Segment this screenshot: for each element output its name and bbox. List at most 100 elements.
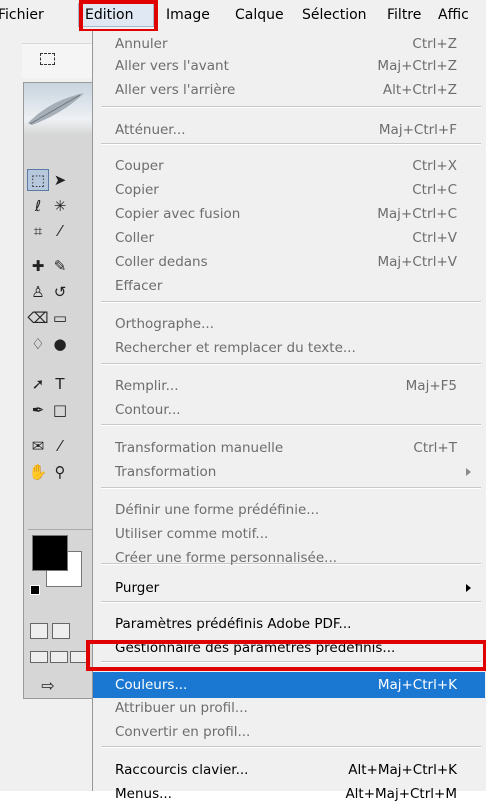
- menu-item-créer-une-forme-personnalisée[interactable]: Créer une forme personnalisée...: [93, 546, 485, 570]
- menu-item-annuler[interactable]: Annuler Ctrl+Z: [93, 32, 485, 56]
- feather-logo-icon: [28, 93, 84, 125]
- edition-dropdown-menu: Annuler Ctrl+Z Aller vers l'avant Maj+Ctrl+…: [92, 31, 486, 802]
- menu-separator: [101, 106, 481, 108]
- jump-to-imageready-icon[interactable]: ⇨: [28, 675, 68, 697]
- menu-item-label: Aller vers l'avant: [115, 58, 229, 74]
- standard-mode-icon[interactable]: [30, 623, 48, 639]
- menu-item-effacer[interactable]: Effacer: [93, 274, 485, 298]
- eyedropper-icon[interactable]: ⁄: [49, 435, 71, 457]
- blur-icon[interactable]: ♢: [27, 333, 49, 355]
- menu-item-remplir[interactable]: Remplir... Maj+F5: [93, 374, 485, 398]
- menu-item-shortcut: Maj+Ctrl+K: [377, 677, 457, 693]
- menu-item-convertir-en-profil[interactable]: Convertir en profil...: [93, 720, 485, 744]
- move-icon[interactable]: ➤: [49, 169, 71, 191]
- menu-bar: Fichier Edition Image Calque Sélection F…: [0, 0, 486, 31]
- menu-item-shortcut: Maj+Ctrl+F: [378, 122, 457, 138]
- zoom-icon[interactable]: ⚲: [49, 461, 71, 483]
- menu-item-purger[interactable]: Purger: [93, 576, 485, 600]
- left-tool-area: ⬚ ➤ ℓ ✳ ⌗ ⁄ ✚ ✎ ♙ ↺ ⌫ ▭ ♢ ● ➚ T ✒ □ ✉ ⁄ ✋ ⚲ ⇨: [0, 31, 96, 791]
- menu-item-label: Gestionnaire des paramètres prédéfinis..…: [115, 640, 396, 656]
- menu-item-label: Contour...: [115, 402, 181, 418]
- menu-item-copier-avec-fusion[interactable]: Copier avec fusion Maj+Ctrl+C: [93, 202, 485, 226]
- screen-mode-1-icon[interactable]: [30, 651, 48, 663]
- dodge-icon[interactable]: ●: [49, 333, 71, 355]
- notes-icon[interactable]: ✉: [27, 435, 49, 457]
- lasso-icon[interactable]: ℓ: [27, 195, 49, 217]
- menu-item-label: Définir une forme prédéfinie...: [115, 502, 320, 518]
- menu-item-paramètres-prédéfinis-adobe-pdf[interactable]: Paramètres prédéfinis Adobe PDF...: [93, 612, 485, 636]
- menu-separator: [101, 143, 481, 145]
- rect-marquee-icon[interactable]: ⬚: [27, 169, 49, 191]
- menu-item-définir-une-forme-prédéfinie[interactable]: Définir une forme prédéfinie...: [93, 498, 485, 522]
- menu-filtre[interactable]: Filtre: [387, 3, 421, 27]
- menu-item-coller[interactable]: Coller Ctrl+V: [93, 226, 485, 250]
- slice-icon[interactable]: ⁄: [49, 220, 71, 242]
- menu-item-utiliser-comme-motif[interactable]: Utiliser comme motif...: [93, 522, 485, 546]
- submenu-arrow-icon: [466, 468, 471, 476]
- screen-mode-3-icon[interactable]: [70, 651, 88, 663]
- menu-item-aller-vers-l-arrière[interactable]: Aller vers l'arrière Alt+Ctrl+Z: [93, 78, 485, 102]
- brush-icon[interactable]: ✎: [49, 255, 71, 277]
- menu-item-couleurs[interactable]: Couleurs... Maj+Ctrl+K: [93, 672, 485, 698]
- toolbox: ⬚ ➤ ℓ ✳ ⌗ ⁄ ✚ ✎ ♙ ↺ ⌫ ▭ ♢ ● ➚ T ✒ □ ✉ ⁄ ✋ ⚲ ⇨: [23, 82, 96, 699]
- menu-item-label: Utiliser comme motif...: [115, 526, 269, 542]
- menu-item-label: Annuler: [115, 36, 168, 52]
- menu-item-gestionnaire-des-paramètres-prédéfinis[interactable]: Gestionnaire des paramètres prédéfinis..…: [93, 636, 485, 660]
- clone-stamp-icon[interactable]: ♙: [27, 281, 49, 303]
- menu-item-attribuer-un-profil[interactable]: Attribuer un profil...: [93, 696, 485, 720]
- menu-item-copier[interactable]: Copier Ctrl+C: [93, 178, 485, 202]
- menu-item-label: Attribuer un profil...: [115, 700, 248, 716]
- menu-item-label: Transformation: [115, 464, 217, 480]
- menu-item-label: Raccourcis clavier...: [115, 762, 249, 778]
- menu-separator: [101, 661, 481, 663]
- menu-item-label: Paramètres prédéfinis Adobe PDF...: [115, 616, 352, 632]
- menu-item-transformation-manuelle[interactable]: Transformation manuelle Ctrl+T: [93, 436, 485, 460]
- type-icon[interactable]: T: [49, 373, 71, 395]
- menu-item-label: Convertir en profil...: [115, 724, 251, 740]
- healing-brush-icon[interactable]: ✚: [27, 255, 49, 277]
- menu-item-shortcut: Ctrl+C: [412, 182, 457, 198]
- magic-wand-icon[interactable]: ✳: [49, 195, 71, 217]
- menu-item-shortcut: Maj+Ctrl+V: [377, 254, 457, 270]
- menu-item-shortcut: Alt+Ctrl+Z: [382, 82, 457, 98]
- menu-separator: [101, 601, 481, 603]
- menu-item-atténuer[interactable]: Atténuer... Maj+Ctrl+F: [93, 118, 485, 142]
- menu-item-rechercher-et-remplacer-du-texte[interactable]: Rechercher et remplacer du texte...: [93, 336, 485, 360]
- shape-icon[interactable]: □: [49, 399, 71, 421]
- menu-item-couper[interactable]: Couper Ctrl+X: [93, 154, 485, 178]
- menu-item-orthographe[interactable]: Orthographe...: [93, 312, 485, 336]
- rect-marquee-preset-icon[interactable]: [40, 53, 55, 65]
- menu-item-aller-vers-l-avant[interactable]: Aller vers l'avant Maj+Ctrl+Z: [93, 54, 485, 78]
- foreground-color-swatch[interactable]: [32, 535, 68, 571]
- hand-icon[interactable]: ✋: [27, 461, 49, 483]
- menu-item-label: Transformation manuelle: [115, 440, 284, 456]
- menu-fichier[interactable]: Fichier: [0, 3, 44, 27]
- screen-mode-2-icon[interactable]: [50, 651, 68, 663]
- history-brush-icon[interactable]: ↺: [49, 281, 71, 303]
- menu-item-label: Copier: [115, 182, 159, 198]
- menu-affichage[interactable]: Affic: [438, 3, 469, 27]
- crop-icon[interactable]: ⌗: [27, 220, 49, 242]
- menu-item-raccourcis-clavier[interactable]: Raccourcis clavier... Alt+Maj+Ctrl+K: [93, 758, 485, 782]
- menu-calque[interactable]: Calque: [235, 3, 284, 27]
- menu-item-transformation[interactable]: Transformation: [93, 460, 485, 484]
- menu-item-shortcut: Ctrl+Z: [412, 36, 457, 52]
- eraser-icon[interactable]: ⌫: [27, 307, 49, 329]
- menu-selection[interactable]: Sélection: [302, 3, 367, 27]
- submenu-arrow-icon: [466, 584, 471, 592]
- menu-item-label: Orthographe...: [115, 316, 214, 332]
- menu-item-contour[interactable]: Contour...: [93, 398, 485, 422]
- menu-item-menus[interactable]: Menus... Alt+Maj+Ctrl+M: [93, 782, 485, 806]
- menu-edition[interactable]: Edition: [78, 3, 154, 27]
- menu-item-label: Copier avec fusion: [115, 206, 241, 222]
- menu-item-label: Effacer: [115, 278, 163, 294]
- default-colors-icon[interactable]: [30, 585, 40, 595]
- menu-item-shortcut: Maj+F5: [405, 378, 457, 394]
- menu-item-coller-dedans[interactable]: Coller dedans Maj+Ctrl+V: [93, 250, 485, 274]
- gradient-icon[interactable]: ▭: [49, 307, 71, 329]
- quick-mask-icon[interactable]: [52, 623, 70, 639]
- menu-item-label: Créer une forme personnalisée...: [115, 550, 338, 566]
- path-select-icon[interactable]: ➚: [27, 373, 49, 395]
- menu-image[interactable]: Image: [166, 3, 210, 27]
- pen-icon[interactable]: ✒: [27, 399, 49, 421]
